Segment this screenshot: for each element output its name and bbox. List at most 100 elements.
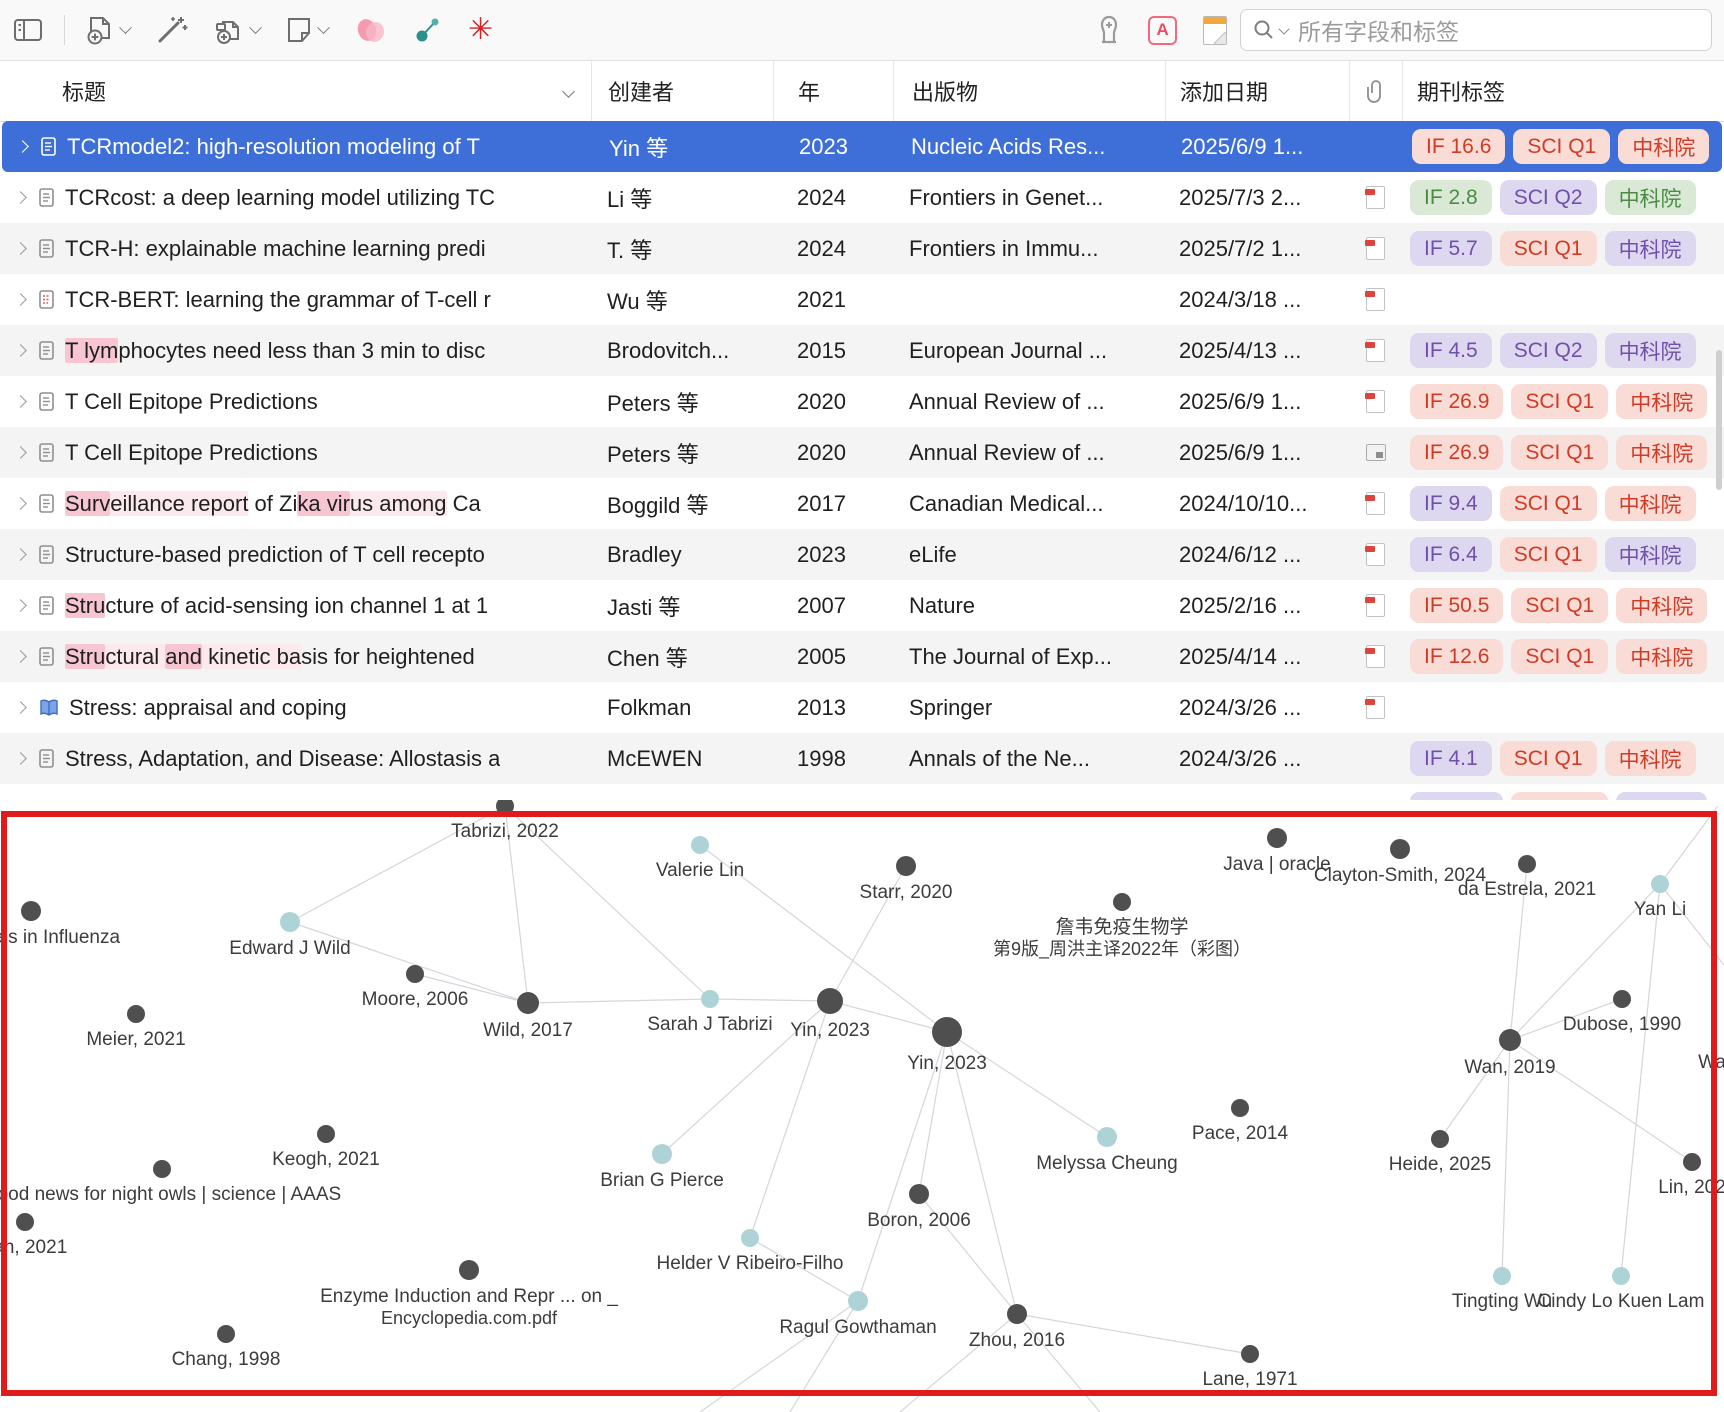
graph-node[interactable] <box>652 1144 672 1164</box>
column-header-journal-tags[interactable]: 期刊标签 <box>1402 61 1724 121</box>
column-header-attachment[interactable] <box>1349 61 1402 121</box>
table-row[interactable]: T lymphocytes need less than 3 min to di… <box>0 325 1724 376</box>
graph-node[interactable] <box>459 1260 479 1280</box>
graph-node-label: Tabrizi, 2022 <box>451 821 559 842</box>
graph-node[interactable] <box>517 992 539 1014</box>
expand-chevron-icon[interactable] <box>14 242 27 255</box>
graph-node[interactable] <box>1683 1153 1701 1171</box>
citation-graph-canvas[interactable]: Tabrizi, 2022Valerie LinStarr, 2020Java … <box>0 800 1724 1412</box>
publication-cell: Canadian Medical... <box>893 478 1165 529</box>
attachment-cell <box>1349 172 1402 223</box>
search-scope-chevron-icon <box>1278 23 1289 34</box>
expand-chevron-icon[interactable] <box>14 701 27 714</box>
graph-node[interactable] <box>21 901 41 921</box>
graph-node[interactable] <box>127 1005 145 1023</box>
gpt-plugin-button[interactable]: ✳ <box>462 8 499 52</box>
expand-chevron-icon[interactable] <box>16 140 29 153</box>
graph-node[interactable] <box>932 1017 962 1047</box>
graph-node[interactable] <box>1613 990 1631 1008</box>
column-header-date-added[interactable]: 添加日期 <box>1165 61 1349 121</box>
table-row[interactable]: Stress, Adaptation, and Disease: Allosta… <box>0 733 1724 784</box>
table-row[interactable]: Structural and kinetic basis for heighte… <box>0 631 1724 682</box>
column-header-year[interactable]: 年 <box>773 61 893 121</box>
table-row[interactable]: T Cell Epitope PredictionsPeters 等2020An… <box>0 427 1724 478</box>
table-row[interactable]: TCRmodel2: high-resolution modeling of T… <box>2 121 1722 172</box>
graph-node[interactable] <box>909 1184 929 1204</box>
expand-chevron-icon[interactable] <box>14 599 27 612</box>
graph-node[interactable] <box>1113 893 1131 911</box>
graph-node[interactable] <box>741 1229 759 1247</box>
graph-node[interactable] <box>817 988 843 1014</box>
connected-graph-plugin-button[interactable] <box>408 8 448 52</box>
column-header-publication[interactable]: 出版物 <box>893 61 1165 121</box>
graph-node[interactable] <box>1493 1267 1511 1285</box>
table-row[interactable]: TCRcost: a deep learning model utilizing… <box>0 172 1724 223</box>
search-input[interactable]: 所有字段和标签 <box>1240 9 1712 51</box>
annotate-stamp-button[interactable] <box>1090 8 1128 52</box>
expand-chevron-icon[interactable] <box>14 650 27 663</box>
journal-tag-badge: IF 5.7 <box>1410 231 1492 266</box>
graph-node[interactable] <box>701 990 719 1008</box>
add-by-identifier-button[interactable] <box>150 8 194 52</box>
journal-tag-badge: 中科院 <box>1616 588 1707 623</box>
expand-chevron-icon[interactable] <box>14 752 27 765</box>
journal-tag-badge: 中科院 <box>1605 486 1696 521</box>
graph-node-label: Wild, 2017 <box>483 1020 573 1041</box>
sticky-note-button[interactable] <box>1197 8 1233 52</box>
item-title: T lymphocytes need less than 3 min to di… <box>65 338 485 364</box>
add-attachment-button[interactable] <box>208 8 266 52</box>
graph-node[interactable] <box>1097 1127 1117 1147</box>
graph-node[interactable] <box>317 1125 335 1143</box>
graph-node[interactable] <box>1499 1029 1521 1051</box>
table-row[interactable]: TCR-BERT: learning the grammar of T-cell… <box>0 274 1724 325</box>
graph-node[interactable] <box>1612 1267 1630 1285</box>
graph-node[interactable] <box>1390 839 1410 859</box>
column-header-title[interactable]: 标题 <box>0 61 591 121</box>
graph-node[interactable] <box>1231 1099 1249 1117</box>
graph-node[interactable] <box>691 836 709 854</box>
translate-plugin-button[interactable]: A <box>1142 8 1183 52</box>
column-header-creator[interactable]: 创建者 <box>591 61 773 121</box>
new-item-button[interactable] <box>80 8 136 52</box>
journal-article-icon <box>39 392 55 412</box>
graph-node[interactable] <box>406 965 424 983</box>
journal-tags-cell: IF 6.4SCI Q1中科院 <box>1402 529 1724 580</box>
graph-node[interactable] <box>16 1213 34 1231</box>
new-note-button[interactable] <box>280 8 334 52</box>
graph-node[interactable] <box>153 1160 171 1178</box>
graph-node[interactable] <box>1651 875 1669 893</box>
journal-tag-badge: IF 9.4 <box>1410 486 1492 521</box>
graph-node[interactable] <box>1241 1345 1259 1363</box>
title-cell: Surveillance report of Zika virus among … <box>0 478 591 529</box>
easyscholar-plugin-button[interactable] <box>348 8 394 52</box>
table-row[interactable]: Structure of acid-sensing ion channel 1 … <box>0 580 1724 631</box>
graph-node[interactable] <box>1431 1130 1449 1148</box>
table-row[interactable]: Stress: appraisal and copingFolkman2013S… <box>0 682 1724 733</box>
expand-chevron-icon[interactable] <box>14 191 27 204</box>
journal-tag-badge: IF 12.6 <box>1410 639 1503 674</box>
vertical-scrollbar[interactable] <box>1716 350 1722 490</box>
expand-chevron-icon[interactable] <box>14 548 27 561</box>
graph-edge <box>1017 1314 1100 1412</box>
creator-cell: Jasti 等 <box>591 580 773 631</box>
graph-node[interactable] <box>848 1291 868 1311</box>
table-row[interactable]: T Cell Epitope PredictionsPeters 等2020An… <box>0 376 1724 427</box>
table-row[interactable]: Structure-based prediction of T cell rec… <box>0 529 1724 580</box>
title-cell: TCRcost: a deep learning model utilizing… <box>0 172 591 223</box>
graph-node[interactable] <box>1007 1304 1027 1324</box>
graph-node[interactable] <box>1267 828 1287 848</box>
expand-chevron-icon[interactable] <box>14 395 27 408</box>
graph-node[interactable] <box>896 856 916 876</box>
publication-cell: Nucleic Acids Res... <box>895 121 1167 172</box>
table-row[interactable]: Surveillance report of Zika virus among … <box>0 478 1724 529</box>
graph-node[interactable] <box>1518 855 1536 873</box>
table-row[interactable]: TCR-H: explainable machine learning pred… <box>0 223 1724 274</box>
pdf-attachment-icon <box>1366 645 1385 668</box>
expand-chevron-icon[interactable] <box>14 497 27 510</box>
graph-node[interactable] <box>280 912 300 932</box>
expand-chevron-icon[interactable] <box>14 293 27 306</box>
expand-chevron-icon[interactable] <box>14 344 27 357</box>
graph-node[interactable] <box>217 1325 235 1343</box>
expand-chevron-icon[interactable] <box>14 446 27 459</box>
collections-pane-toggle-button[interactable] <box>7 8 49 52</box>
